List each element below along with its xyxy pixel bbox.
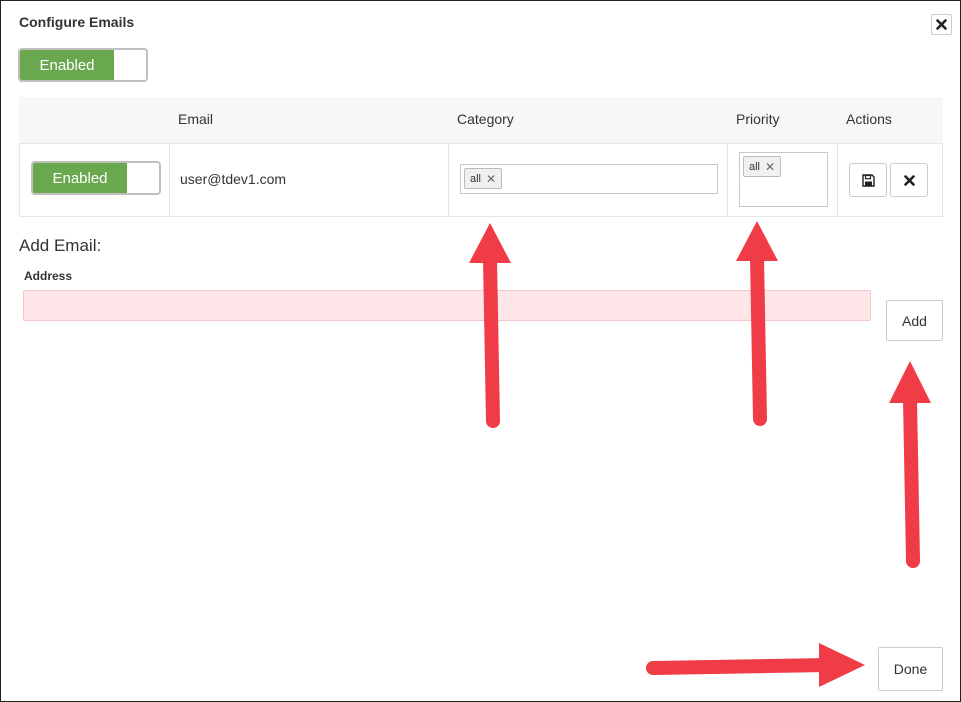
- master-enabled-toggle[interactable]: Enabled: [18, 48, 148, 82]
- row-enabled-toggle[interactable]: Enabled: [31, 161, 161, 195]
- category-tag-label: all: [470, 172, 482, 185]
- floppy-disk-icon: [861, 173, 875, 187]
- cell-divider: [169, 144, 170, 216]
- column-header-category[interactable]: Category: [457, 111, 514, 127]
- cell-divider: [837, 144, 838, 216]
- arrow-head: [736, 221, 778, 261]
- arrow-head: [469, 223, 511, 263]
- row-email: user@tdev1.com: [180, 171, 287, 187]
- priority-tag: all ✕: [743, 156, 782, 177]
- row-toggle-label: Enabled: [33, 163, 127, 193]
- done-button[interactable]: Done: [878, 647, 943, 691]
- toggle-knob: [114, 50, 146, 80]
- dialog-title: Configure Emails: [19, 14, 135, 30]
- configure-emails-dialog: Configure Emails Enabled Email Category …: [0, 0, 961, 702]
- category-tag-input[interactable]: all ✕: [460, 164, 718, 194]
- cell-divider: [448, 144, 449, 216]
- priority-tag-label: all: [749, 160, 761, 173]
- close-icon: [903, 174, 915, 186]
- arrow-head: [889, 361, 931, 403]
- cell-divider: [727, 144, 728, 216]
- email-table: Email Category Priority Actions Enabled …: [19, 97, 943, 217]
- arrow-to-priority: [750, 250, 767, 426]
- arrow-to-category: [483, 252, 500, 428]
- remove-tag-icon[interactable]: ✕: [765, 160, 775, 174]
- toggle-knob: [127, 163, 159, 193]
- arrow-to-done: [646, 658, 834, 675]
- close-icon: [936, 19, 947, 30]
- category-tag: all ✕: [464, 168, 503, 189]
- column-header-email[interactable]: Email: [178, 111, 213, 127]
- table-header: Email Category Priority Actions: [19, 97, 943, 144]
- delete-row-button[interactable]: [890, 163, 928, 197]
- add-email-heading: Add Email:: [19, 236, 102, 255]
- remove-tag-icon[interactable]: ✕: [486, 172, 496, 186]
- column-header-priority[interactable]: Priority: [736, 111, 780, 127]
- table-row: Enabled user@tdev1.com all ✕ all ✕: [19, 144, 943, 217]
- add-button[interactable]: Add: [886, 300, 943, 341]
- address-label: Address: [24, 269, 73, 283]
- address-input[interactable]: [23, 290, 871, 321]
- arrow-to-add: [903, 392, 920, 568]
- arrow-head: [819, 643, 865, 687]
- close-button[interactable]: [931, 14, 952, 35]
- priority-tag-input[interactable]: all ✕: [739, 152, 828, 207]
- column-header-actions: Actions: [846, 111, 892, 127]
- save-row-button[interactable]: [849, 163, 887, 197]
- master-toggle-label: Enabled: [20, 50, 114, 80]
